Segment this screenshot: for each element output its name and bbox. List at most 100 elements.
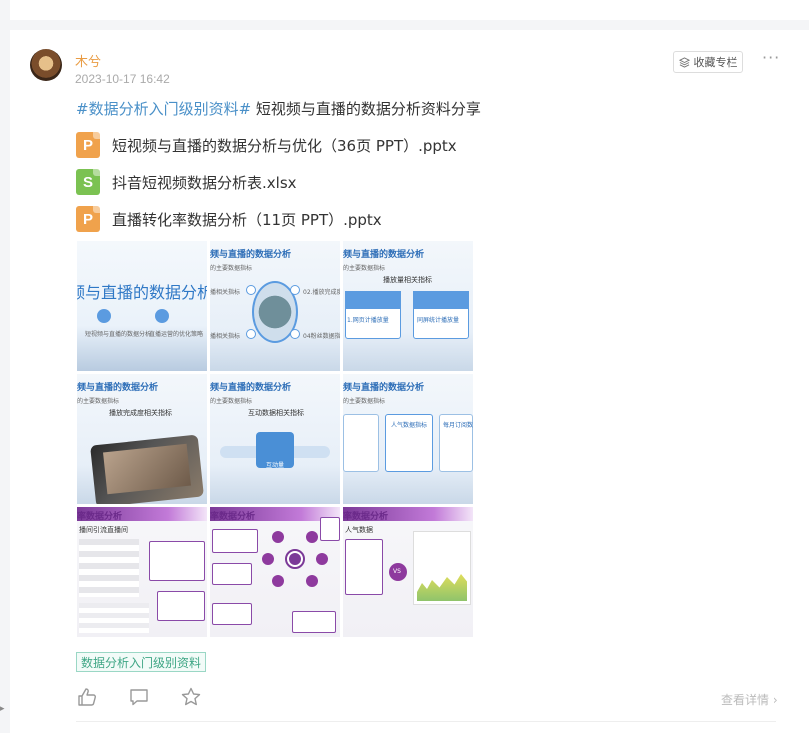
attachment-file[interactable]: P 直播转化率数据分析（11页 PPT）.pptx bbox=[76, 205, 382, 233]
slide-box bbox=[212, 603, 252, 625]
attachment-file-name: 直播转化率数据分析（11页 PPT）.pptx bbox=[112, 210, 382, 229]
slide-dot bbox=[272, 575, 284, 587]
view-detail-link[interactable]: 查看详情 › bbox=[721, 691, 778, 708]
slide-dot bbox=[155, 309, 169, 323]
slide-dot bbox=[290, 329, 300, 339]
slide-subheading: 播间引流直播间 bbox=[79, 526, 128, 534]
slide-title: 播放量相关指标 bbox=[383, 276, 432, 284]
image-thumbnail[interactable]: 频与直播的数据分析 的主要数据指标 互动数据相关指标 互动量 bbox=[210, 374, 340, 504]
view-detail-label: 查看详情 bbox=[721, 693, 770, 707]
slide-box bbox=[345, 539, 383, 595]
slide-subheading: 的主要数据指标 bbox=[343, 398, 386, 405]
collect-column-label: 收藏专栏 bbox=[693, 56, 738, 69]
image-thumbnail[interactable]: 频与直播的数据分析 的主要数据指标 播相关指标 02.播放完成度 播相关指标 0… bbox=[210, 241, 340, 371]
image-thumbnail[interactable]: 率数据分析 人气数据 VS bbox=[343, 507, 473, 637]
image-thumbnail[interactable]: 率数据分析 播间引流直播间 bbox=[77, 507, 207, 637]
slide-caption: 同屏统计播放量 bbox=[417, 317, 460, 324]
chevron-right-icon: › bbox=[772, 693, 778, 707]
slide-title: 互动数据相关指标 bbox=[248, 409, 304, 417]
ppt-file-icon: P bbox=[76, 206, 100, 232]
slide-dot bbox=[306, 575, 318, 587]
slide-caption: 播相关指标 bbox=[210, 333, 241, 340]
image-thumbnail[interactable]: 频与直播的数据分析 的主要数据指标 人气数据指标 每月订阅数 bbox=[343, 374, 473, 504]
title-hashtag-link[interactable]: #数据分析入门级别资料# bbox=[76, 100, 251, 118]
slide-caption: 直播运营的优化策略 bbox=[149, 331, 204, 338]
slide-heading: 频与直播的数据分析 bbox=[210, 250, 292, 260]
slide-box-header bbox=[413, 291, 469, 309]
slide-dot bbox=[272, 531, 284, 543]
avatar[interactable] bbox=[30, 49, 62, 81]
attachment-file-name: 抖音短视频数据分析表.xlsx bbox=[112, 173, 297, 192]
slide-box-header bbox=[345, 291, 401, 309]
slide-dot bbox=[316, 553, 328, 565]
collect-column-button[interactable]: 收藏专栏 bbox=[673, 51, 743, 73]
slide-heading: 频与直播的数据分析 bbox=[343, 383, 425, 393]
slide-box bbox=[292, 611, 336, 633]
slide-subheading: 的主要数据指标 bbox=[343, 265, 386, 272]
slide-dot bbox=[290, 285, 300, 295]
slide-heading: 率数据分析 bbox=[77, 512, 123, 522]
slide-caption: 人气数据指标 bbox=[391, 422, 428, 429]
author-name[interactable]: 木兮 bbox=[75, 51, 101, 70]
slide-subheading: 的主要数据指标 bbox=[77, 398, 120, 405]
slide-heading: 频与直播的数据分析 bbox=[77, 383, 159, 393]
slide-title: 播放完成度相关指标 bbox=[109, 409, 172, 417]
previous-post-card bbox=[10, 0, 809, 20]
attachment-file[interactable]: P 短视频与直播的数据分析与优化（36页 PPT）.pptx bbox=[76, 131, 457, 159]
ppt-file-icon: P bbox=[76, 132, 100, 158]
image-thumbnail[interactable]: 频与直播的数据分析与 短视频与直播的数据分析 直播运营的优化策略 bbox=[77, 241, 207, 371]
favorite-button[interactable] bbox=[180, 686, 202, 708]
star-icon bbox=[181, 687, 201, 706]
slide-subheading: 的主要数据指标 bbox=[210, 398, 253, 405]
like-button[interactable] bbox=[76, 686, 98, 708]
comment-button[interactable] bbox=[128, 686, 150, 708]
image-thumbnail[interactable]: 率数据分析 bbox=[210, 507, 340, 637]
slide-heading: 率数据分析 bbox=[343, 512, 389, 522]
slide-caption: 每月订阅数 bbox=[443, 422, 473, 429]
post-timestamp: 2023-10-17 16:42 bbox=[75, 72, 170, 86]
slide-box bbox=[212, 563, 252, 585]
title-text: 短视频与直播的数据分析资料分享 bbox=[251, 100, 481, 118]
more-options-button[interactable]: ··· bbox=[762, 48, 780, 67]
image-gallery: 频与直播的数据分析与 短视频与直播的数据分析 直播运营的优化策略 频与直播的数据… bbox=[77, 241, 473, 637]
slide-box bbox=[149, 541, 205, 581]
slide-box bbox=[343, 414, 379, 472]
slide-caption: 互动量 bbox=[266, 462, 285, 469]
slide-caption: 04粉丝数据指标 bbox=[303, 333, 340, 340]
comment-icon bbox=[130, 689, 148, 706]
layers-icon bbox=[678, 56, 690, 68]
slide-title: 频与直播的数据分析与 bbox=[77, 283, 207, 302]
post-card: 木兮 2023-10-17 16:42 收藏专栏 ··· #数据分析入门级别资料… bbox=[10, 30, 809, 733]
slide-subheading: 的主要数据指标 bbox=[210, 265, 253, 272]
slide-caption: 1.网页计播放量 bbox=[347, 317, 389, 324]
slide-box bbox=[320, 517, 340, 541]
attachment-file-name: 短视频与直播的数据分析与优化（36页 PPT）.pptx bbox=[112, 136, 457, 155]
slide-dot bbox=[246, 329, 256, 339]
slide-box bbox=[157, 591, 205, 621]
slide-screenshot bbox=[79, 539, 139, 597]
slide-caption: 短视频与直播的数据分析 bbox=[85, 331, 152, 338]
slide-caption: 02.播放完成度 bbox=[303, 289, 340, 296]
slide-screenshot bbox=[79, 603, 149, 633]
slide-subheading: 人气数据 bbox=[345, 526, 373, 534]
slide-dot bbox=[262, 553, 274, 565]
slide-box bbox=[212, 529, 258, 553]
topic-tag[interactable]: 数据分析入门级别资料 bbox=[76, 652, 207, 672]
image-thumbnail[interactable]: 频与直播的数据分析 的主要数据指标 播放完成度相关指标 bbox=[77, 374, 207, 504]
slide-heading: 频与直播的数据分析 bbox=[343, 250, 425, 260]
scroll-arrow-icon[interactable]: ▸ bbox=[0, 704, 5, 714]
image-thumbnail[interactable]: 频与直播的数据分析 的主要数据指标 播放量相关指标 1.网页计播放量 同屏统计播… bbox=[343, 241, 473, 371]
slide-dot bbox=[246, 285, 256, 295]
slide-caption: VS bbox=[393, 568, 401, 575]
action-bar bbox=[76, 686, 202, 708]
slide-dot bbox=[97, 309, 111, 323]
slide-dot bbox=[289, 553, 301, 565]
slide-photo bbox=[103, 443, 191, 495]
attachment-file[interactable]: S 抖音短视频数据分析表.xlsx bbox=[76, 168, 297, 196]
post-title: #数据分析入门级别资料# 短视频与直播的数据分析资料分享 bbox=[76, 98, 481, 119]
slide-heading: 频与直播的数据分析 bbox=[210, 383, 292, 393]
xls-file-icon: S bbox=[76, 169, 100, 195]
thumbs-up-icon bbox=[78, 688, 96, 706]
slide-heading: 率数据分析 bbox=[210, 512, 256, 522]
slide-caption: 播相关指标 bbox=[210, 289, 241, 296]
